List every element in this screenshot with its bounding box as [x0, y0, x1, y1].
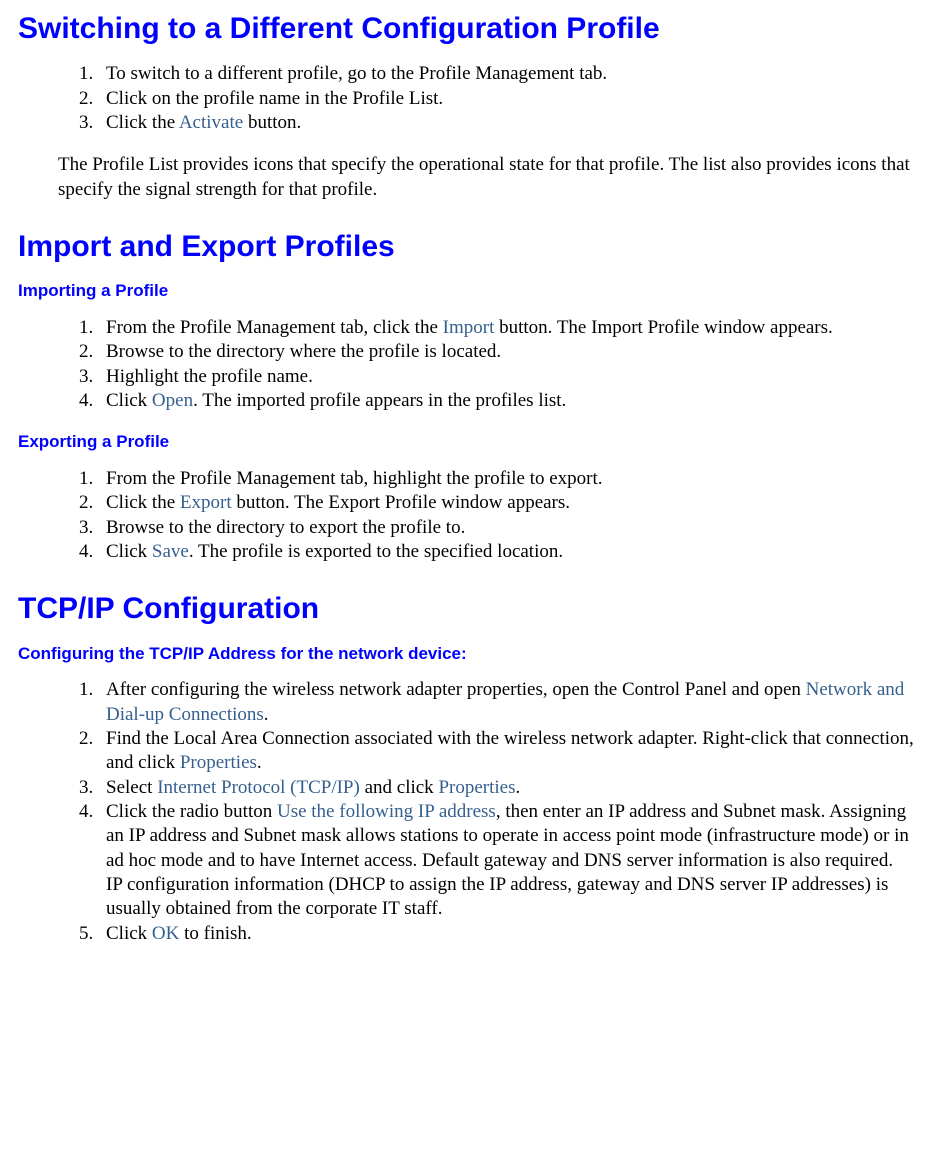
ui-term-ok: OK	[152, 923, 179, 944]
text: From the Profile Management tab, highlig…	[106, 468, 603, 489]
ui-term-internet-protocol: Internet Protocol (TCP/IP)	[157, 777, 360, 798]
text: Click	[106, 541, 152, 562]
list-importing: From the Profile Management tab, click t…	[18, 316, 914, 413]
text: . The profile is exported to the specifi…	[189, 541, 563, 562]
ui-term-export: Export	[180, 492, 232, 513]
text: Click on the profile name in the Profile…	[106, 88, 443, 109]
list-item: From the Profile Management tab, click t…	[98, 316, 914, 340]
text: Click the	[106, 492, 180, 513]
list-item: Select Internet Protocol (TCP/IP) and cl…	[98, 776, 914, 800]
list-item: Highlight the profile name.	[98, 365, 914, 389]
list-tcpip: After configuring the wireless network a…	[18, 678, 914, 945]
text: Browse to the directory to export the pr…	[106, 517, 465, 538]
ui-term-open: Open	[152, 390, 193, 411]
list-item: Click the Export button. The Export Prof…	[98, 491, 914, 515]
text: Click the	[106, 112, 179, 133]
ui-term-properties-2: Properties	[438, 777, 515, 798]
text: .	[264, 704, 269, 725]
text: button.	[243, 112, 301, 133]
text: After configuring the wireless network a…	[106, 679, 806, 700]
list-item: Click OK to finish.	[98, 922, 914, 946]
text: From the Profile Management tab, click t…	[106, 317, 443, 338]
heading-tcpip: TCP/IP Configuration	[18, 590, 914, 628]
text: Click the radio button	[106, 801, 277, 822]
heading-switching: Switching to a Different Configuration P…	[18, 10, 914, 48]
text: . The imported profile appears in the pr…	[193, 390, 566, 411]
ui-term-properties: Properties	[180, 752, 257, 773]
list-item: Click the radio button Use the following…	[98, 800, 914, 922]
list-item: Browse to the directory where the profil…	[98, 340, 914, 364]
ui-term-activate: Activate	[179, 112, 243, 133]
text: Click	[106, 390, 152, 411]
text: to finish.	[179, 923, 251, 944]
text: button. The Import Profile window appear…	[494, 317, 832, 338]
list-item: From the Profile Management tab, highlig…	[98, 467, 914, 491]
text: Highlight the profile name.	[106, 366, 313, 387]
heading-import-export: Import and Export Profiles	[18, 228, 914, 266]
list-item: Browse to the directory to export the pr…	[98, 516, 914, 540]
list-item: To switch to a different profile, go to …	[98, 62, 914, 86]
list-item: Click on the profile name in the Profile…	[98, 87, 914, 111]
text: Select	[106, 777, 157, 798]
text: button. The Export Profile window appear…	[232, 492, 570, 513]
text: .	[515, 777, 520, 798]
subhead-tcpip-config: Configuring the TCP/IP Address for the n…	[18, 643, 914, 665]
subhead-exporting: Exporting a Profile	[18, 431, 914, 453]
text: To switch to a different profile, go to …	[106, 63, 607, 84]
ui-term-import: Import	[443, 317, 495, 338]
list-switching: To switch to a different profile, go to …	[18, 62, 914, 135]
list-exporting: From the Profile Management tab, highlig…	[18, 467, 914, 564]
ui-term-use-following-ip: Use the following IP address	[277, 801, 496, 822]
text: Click	[106, 923, 152, 944]
list-item: After configuring the wireless network a…	[98, 678, 914, 727]
subhead-importing: Importing a Profile	[18, 280, 914, 302]
ui-term-save: Save	[152, 541, 189, 562]
list-item: Click the Activate button.	[98, 111, 914, 135]
text: .	[257, 752, 262, 773]
paragraph-profile-list: The Profile List provides icons that spe…	[18, 153, 914, 202]
list-item: Find the Local Area Connection associate…	[98, 727, 914, 776]
list-item: Click Save. The profile is exported to t…	[98, 540, 914, 564]
text: Browse to the directory where the profil…	[106, 341, 501, 362]
text: and click	[360, 777, 439, 798]
list-item: Click Open. The imported profile appears…	[98, 389, 914, 413]
